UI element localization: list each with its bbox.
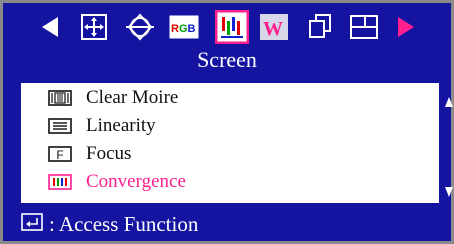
rgb-r-letter: R: [171, 23, 179, 35]
menu-title: Screen: [197, 47, 257, 72]
menu-item-label: Focus: [86, 143, 132, 164]
geometry-icon[interactable]: [123, 11, 157, 43]
position-icon[interactable]: [77, 11, 111, 43]
submenu-panel: Clear Moire Linearity F Focus Convergenc…: [21, 83, 439, 203]
focus-icon: F: [47, 145, 73, 163]
svg-text:RGB: RGB: [171, 23, 196, 35]
menu-item-label: Clear Moire: [86, 87, 179, 108]
menu-item-focus[interactable]: F Focus: [47, 141, 131, 167]
focus-icon-letter: F: [56, 148, 63, 162]
scroll-up-icon[interactable]: [444, 95, 454, 113]
scroll-down-icon[interactable]: [444, 185, 454, 203]
menu-item-clear-moire[interactable]: Clear Moire: [47, 85, 178, 111]
right-arrow-icon[interactable]: [389, 11, 423, 43]
rgb-b-letter: B: [188, 23, 196, 35]
window-layout-icon[interactable]: [347, 11, 381, 43]
advanced-icon[interactable]: W: [257, 11, 291, 43]
menu-item-linearity[interactable]: Linearity: [47, 113, 156, 139]
hint-text: : Access Function: [49, 211, 199, 236]
svg-text:W: W: [263, 18, 283, 40]
rgb-color-icon[interactable]: RGB: [167, 11, 201, 43]
copy-windows-icon[interactable]: [303, 11, 337, 43]
clear-moire-icon: [47, 89, 73, 107]
convergence-icon: [47, 173, 73, 191]
help-hint: : Access Function: [21, 209, 198, 239]
left-arrow-icon[interactable]: [33, 11, 67, 43]
menu-item-label: Linearity: [86, 115, 156, 136]
menu-item-convergence[interactable]: Convergence: [47, 169, 186, 195]
linearity-icon: [47, 117, 73, 135]
enter-key-icon: [21, 212, 43, 237]
rgb-g-letter: G: [179, 23, 188, 35]
osd-menu: RGB W Screen Clear Moire Linearity F Foc…: [0, 0, 454, 244]
category-toolbar: RGB W: [3, 3, 451, 49]
screen-adjust-icon[interactable]: [213, 9, 251, 45]
menu-item-label: Convergence: [86, 171, 186, 192]
